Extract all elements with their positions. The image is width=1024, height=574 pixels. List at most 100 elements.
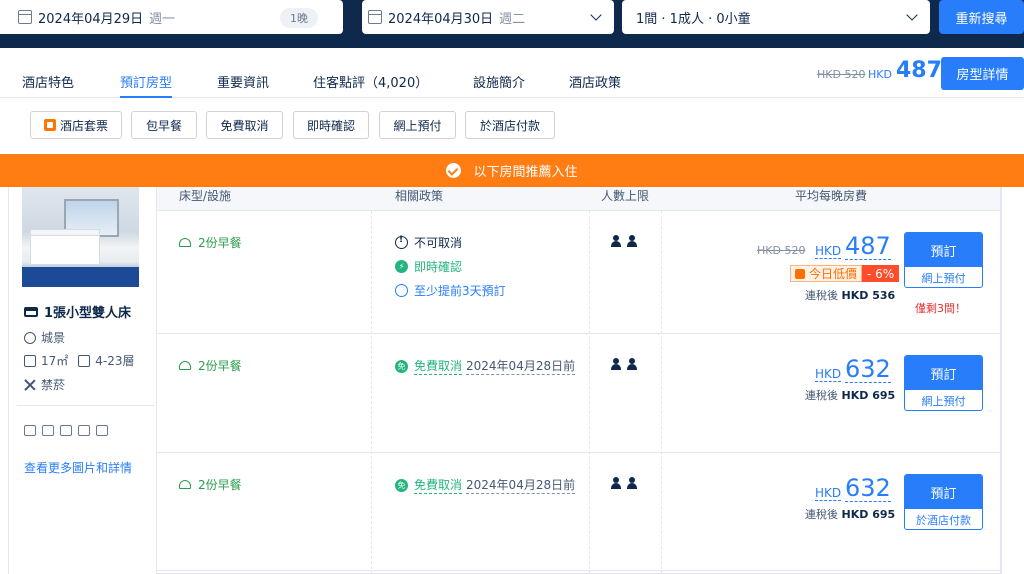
rooms-left: 僅剩3間！ [915,302,966,315]
filter-prepay-online[interactable]: 網上預付 [379,111,456,139]
room-view: 城景 [24,329,65,346]
tab-important-info[interactable]: 重要資訊 [217,72,269,91]
deal-percent: - 6% [862,265,900,282]
checkout-date: 2024年04月30日 [388,11,494,27]
filter-hotel-package[interactable]: 酒店套票 [30,111,122,139]
table-header: 床型/設施 相關政策 人數上限 平均每晚房費 [157,187,1000,211]
calendar-icon [368,10,382,24]
price: 487 [845,232,891,260]
info-icon [395,235,408,249]
person-icon [627,477,637,489]
tab-hotel-policy[interactable]: 酒店政策 [569,72,621,91]
view-icon [24,331,36,344]
checkin-date: 2024年04月29日 [38,11,144,27]
nights-badge: 1晚 [280,8,318,28]
tax-included-price: 連稅後 HKD 695 [805,508,896,521]
breakfast-icon [179,238,191,247]
rate-table: 床型/設施 相關政策 人數上限 平均每晚房費 2份早餐 不可取消 ⚡ 即時確認 … [156,187,1001,574]
amenity-icons [24,425,108,436]
toiletries-icon [42,425,54,436]
fridge-icon [78,425,90,436]
more-photos-link[interactable]: 查看更多圖片和詳情 [24,459,132,476]
policy-instant-confirm: ⚡ 即時確認 [395,258,462,275]
guests-field[interactable]: 1間 · 1成人 · 0小童 [622,0,930,34]
ac-icon [24,425,36,436]
calendar-icon [18,10,32,24]
th-bed: 床型/設施 [179,189,232,203]
free-cancel-icon: 免 [395,478,408,492]
checkout-weekday: 週二 [499,11,526,27]
capacity-icons [611,235,637,247]
search-again-button[interactable]: 重新搜尋 [939,0,1024,34]
policy-free-cancel: 免 免費取消 2024年04月28日前 [395,357,576,375]
package-icon [43,119,56,131]
safe-icon [96,425,108,436]
tab-facilities[interactable]: 設施簡介 [473,72,525,91]
breakfast-icon [179,361,191,370]
policy-non-refundable: 不可取消 [395,234,462,251]
old-price: HKD 520 [757,244,806,257]
tab-hotel-features[interactable]: 酒店特色 [22,72,74,91]
header-old-price: HKD 520 [817,68,866,81]
room-smoking: 禁菸 [24,376,65,393]
recommend-banner: 以下房間推薦入住 [0,154,1024,187]
banner-text: 以下房間推薦入住 [473,165,578,180]
filter-breakfast[interactable]: 包早餐 [131,111,197,139]
tax-included-price: 連稅後 HKD 695 [805,389,896,402]
deal-badge: 今日低價 - 6% [790,265,900,282]
breakfast-info: 2份早餐 [179,357,242,374]
book-button[interactable]: 預訂 於酒店付款 [904,474,983,530]
photo-floor [22,267,139,287]
check-circle-icon [446,163,462,178]
person-icon [611,358,621,370]
currency: HKD [815,486,842,501]
no-smoking-icon [24,379,36,391]
person-icon [611,235,621,247]
policy-advance-booking: 至少提前3天預訂 [395,282,506,299]
checkin-field[interactable]: 2024年04月29日 週一 1晚 [0,0,343,34]
tax-included-price: 連稅後 HKD 536 [805,289,896,302]
currency: HKD [815,367,842,382]
photo-bed [30,235,100,265]
th-capacity: 人數上限 [601,189,650,203]
breakfast-info: 2份早餐 [179,476,242,493]
tv-icon [60,425,72,436]
th-price: 平均每晚房費 [795,189,868,203]
person-icon [627,358,637,370]
room-detail-button[interactable]: 房型詳情 [941,57,1024,90]
tab-reviews[interactable]: 住客點評（4,020） [313,72,428,91]
capacity-icons [611,358,637,370]
book-button[interactable]: 預訂 網上預付 [904,355,983,411]
room-name: 1張小型雙人床 [24,302,131,321]
lightning-icon: ⚡ [395,260,408,273]
currency: HKD [815,244,842,259]
tag-icon [795,268,805,279]
checkout-field[interactable]: 2024年04月30日 週二 [362,0,614,34]
header-current-price: 487 [896,58,942,83]
policy-free-cancel: 免 免費取消 2024年04月28日前 [395,476,576,494]
floor-icon [78,354,91,367]
guests-summary: 1間 · 1成人 · 0小童 [636,11,751,27]
price: 632 [845,355,891,383]
search-bar: 2024年04月29日 週一 1晚 2024年04月30日 週二 1間 · 1成… [0,0,1024,48]
free-cancel-icon: 免 [395,359,408,373]
room-size-floor: 17㎡ 4-23層 [24,352,135,369]
clock-icon [395,284,408,297]
th-policy: 相關政策 [395,189,444,203]
person-icon [611,477,621,489]
room-divider [17,405,155,406]
page-edge [1001,187,1024,574]
chevron-down-icon [906,9,918,21]
header-currency: HKD [868,68,892,81]
filter-pay-at-hotel[interactable]: 於酒店付款 [465,111,555,139]
person-icon [627,235,637,247]
area-icon [24,354,36,367]
filter-instant-confirm[interactable]: 即時確認 [293,111,369,139]
chevron-down-icon [590,9,602,21]
tab-book-room[interactable]: 預訂房型 [120,72,173,98]
bed-icon [24,306,38,317]
room-photo[interactable] [22,187,139,287]
capacity-icons [611,477,637,489]
filter-free-cancel[interactable]: 免費取消 [206,111,283,139]
book-button[interactable]: 預訂 網上預付 [904,232,983,288]
